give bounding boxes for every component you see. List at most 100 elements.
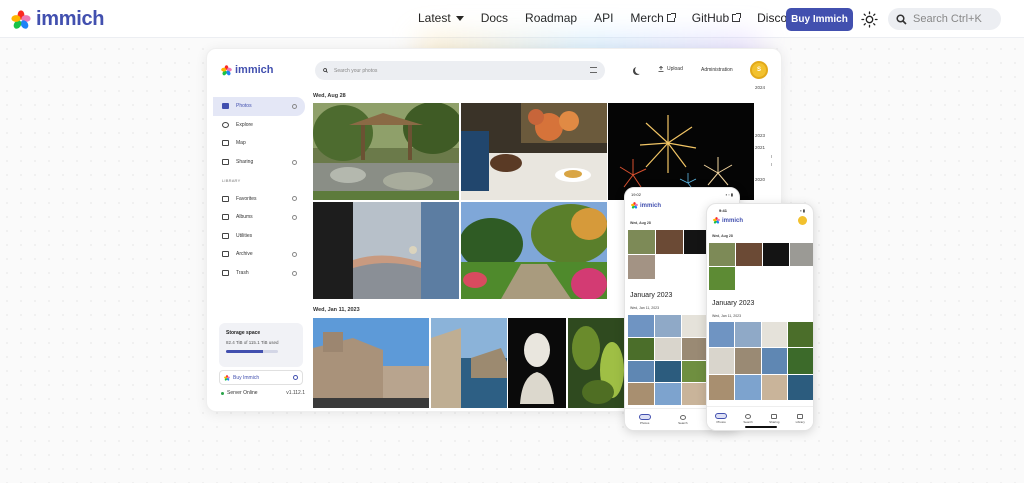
avatar[interactable]: S [750,61,768,79]
phone-photo-thumbnail[interactable] [682,360,708,383]
phone-nav-search[interactable]: Search [678,414,688,425]
nav-merch[interactable]: Merch [630,11,676,25]
timeline-year[interactable]: 2021 [755,145,765,150]
sidebar-item-favorites[interactable]: Favorites [213,189,305,208]
phone-photo-thumbnail[interactable] [709,374,735,400]
desktop-logo[interactable]: immich [221,64,274,76]
phone-photo-thumbnail[interactable] [628,383,654,405]
phone-nav-photos[interactable]: Photos [638,414,651,425]
upload-label: Upload [667,66,683,72]
sidebar-item-map[interactable]: Map [213,134,305,153]
phone-nav-search[interactable]: Search [743,413,753,424]
phone-photo-thumbnail[interactable] [761,348,787,374]
upload-button[interactable]: Upload [658,66,683,72]
nav-docs[interactable]: Docs [481,11,508,25]
sidebar-item-albums[interactable]: Albums [213,208,305,227]
phone-photo-grid [709,322,813,400]
phone-photo-thumbnail[interactable] [709,348,735,374]
buy-immich-button[interactable]: Buy Immich [786,8,853,31]
phone-photo-thumbnail[interactable] [736,243,762,266]
photo-thumbnail[interactable] [461,202,607,299]
desktop-buy-immich-button[interactable]: Buy Immich [219,370,303,385]
info-icon [292,251,297,257]
phone-photo-thumbnail[interactable] [628,337,654,360]
phone-photo-thumbnail[interactable] [656,230,683,254]
phone-status-icons: ▪ ▫ ▮ [725,192,733,197]
photo-thumbnail[interactable] [568,318,628,408]
phone-photo-thumbnail[interactable] [682,315,708,337]
phone-photo-thumbnail[interactable] [761,374,787,400]
photo-thumbnail[interactable] [313,202,459,299]
photo-thumbnail[interactable] [431,318,507,408]
photo-thumbnail[interactable] [313,318,429,408]
photo-garden-path [461,202,607,299]
photo-thumbnail[interactable] [461,103,607,200]
albums-icon [222,214,229,221]
phone-photo-thumbnail[interactable] [655,315,681,337]
immich-logo-icon [221,64,232,75]
sidebar-item-photos[interactable]: Photos [213,97,305,116]
immich-logo-icon [224,374,230,381]
phone-nav-library[interactable]: Library [795,413,805,424]
photo-thumbnail[interactable] [313,103,459,200]
phone-nav-label: Library [795,419,805,424]
sidebar-item-trash[interactable]: Trash [213,264,305,283]
photo-garden-gazebo [313,103,459,200]
tune-icon[interactable] [590,67,597,73]
sidebar-item-explore[interactable]: Explore [213,116,305,135]
phone-photo-thumbnail[interactable] [787,374,813,400]
phone-photo-thumbnail[interactable] [761,322,787,348]
timeline-year[interactable]: 2020 [755,177,765,182]
theme-toggle-sun-icon[interactable] [861,11,878,28]
phone-photo-thumbnail[interactable] [787,322,813,348]
phone-logo: immich [631,202,661,209]
external-link-icon [732,13,742,22]
phone-photo-thumbnail[interactable] [682,383,708,405]
administration-link[interactable]: Administration [701,67,733,73]
phone-status-time: 9:41 [719,208,728,213]
phone-date-heading: Wed, Aug 28 [630,221,651,225]
phone-photo-thumbnail[interactable] [709,267,735,290]
phone-nav-photos[interactable]: Photos [715,413,728,424]
nav-latest[interactable]: Latest [418,11,464,25]
utilities-icon [222,232,229,239]
phone-photo-thumbnail[interactable] [787,348,813,374]
phone-photo-thumbnail[interactable] [790,243,813,266]
phone-photo-thumbnail[interactable] [628,230,655,254]
photo-thumbnail[interactable] [508,318,566,408]
desktop-search-placeholder: Search your photos [334,67,378,74]
nav-api[interactable]: API [594,11,613,25]
nav-roadmap[interactable]: Roadmap [525,11,577,25]
sidebar-item-archive[interactable]: Archive [213,245,305,264]
sidebar-item-label: Favorites [236,195,257,202]
sidebar-item-utilities[interactable]: Utilities [213,227,305,246]
phone-photo-thumbnail[interactable] [709,322,735,348]
nav-github[interactable]: GitHub [692,11,742,25]
timeline-year[interactable]: 2024 [755,85,765,90]
phone-photo-thumbnail[interactable] [628,360,654,383]
phone-photo-thumbnail[interactable] [735,348,761,374]
sidebar-item-label: Explore [236,121,253,128]
site-search-input[interactable]: Search Ctrl+K [888,8,1001,30]
avatar[interactable] [798,216,807,225]
moon-icon[interactable] [635,66,643,74]
server-version: v1.112.1 [286,390,305,396]
timeline-year[interactable]: 2023 [755,133,765,138]
info-icon [293,375,298,380]
phone-photo-thumbnail[interactable] [628,315,654,337]
phone-photo-thumbnail[interactable] [709,243,735,266]
photo-thumbnail[interactable] [608,103,754,200]
phone-photo-thumbnail[interactable] [628,255,655,279]
phone-photo-thumbnail[interactable] [655,360,681,383]
info-icon [292,214,297,220]
phone-photo-thumbnail[interactable] [682,337,708,360]
site-logo[interactable]: immich [11,8,105,31]
phone-photo-thumbnail[interactable] [655,337,681,360]
phone-photo-thumbnail[interactable] [735,374,761,400]
sidebar-item-sharing[interactable]: Sharing [213,153,305,172]
phone-photo-thumbnail[interactable] [735,322,761,348]
phone-photo-thumbnail[interactable] [763,243,789,266]
phone-nav-sharing[interactable]: Sharing [769,413,779,424]
phone-photo-thumbnail[interactable] [655,383,681,405]
desktop-search-input[interactable]: Search your photos [315,61,605,80]
